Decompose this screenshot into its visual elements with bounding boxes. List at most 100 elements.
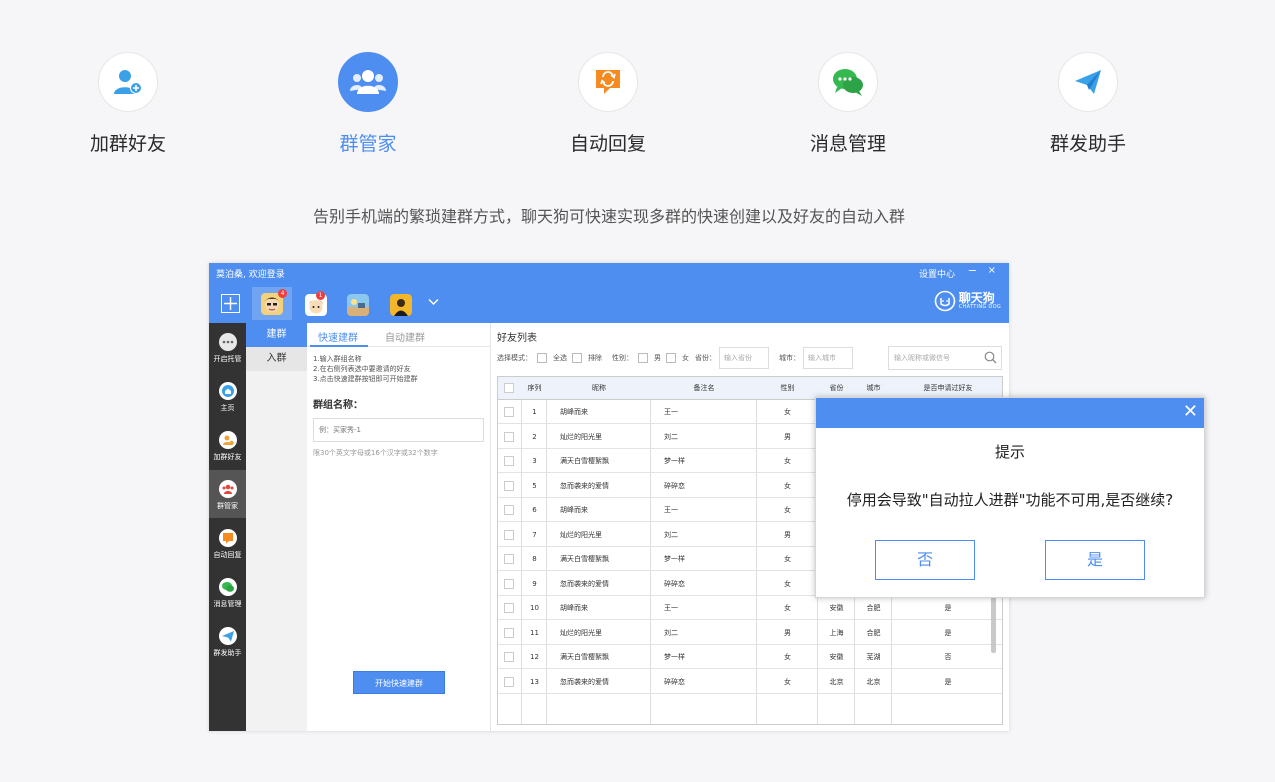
- sidebar-item-group-manager[interactable]: 群管家: [209, 470, 246, 518]
- province-input[interactable]: 输入省份: [719, 347, 769, 369]
- sidebar-item-label: 消息管理: [213, 600, 242, 608]
- row-checkbox[interactable]: [504, 578, 514, 589]
- sidebar-item-mass-send[interactable]: 群发助手: [209, 617, 246, 665]
- account-tab-3[interactable]: [343, 290, 373, 320]
- search-input[interactable]: 输入昵称或微信号: [888, 346, 1002, 370]
- step-2: 2.在右侧列表选中要邀请的好友: [313, 365, 411, 373]
- logo-text: 聊天狗: [958, 291, 995, 305]
- table-row[interactable]: 13 忽而袭来的爱情 碎碎恋 女 北京 北京 是: [498, 670, 1002, 694]
- sidebar-item-add-friend[interactable]: 加群好友: [209, 421, 246, 469]
- no-button[interactable]: 否: [875, 540, 975, 580]
- tab-auto-create[interactable]: 自动建群: [385, 329, 425, 344]
- account-tab-2[interactable]: 1: [301, 290, 331, 320]
- submenu-build-group[interactable]: 建群: [246, 323, 307, 347]
- table-row[interactable]: 11 灿烂的阳光里 刘二 男 上海 合肥 是: [498, 621, 1002, 645]
- add-account-button[interactable]: [221, 294, 240, 313]
- city-input[interactable]: 输入城市: [803, 347, 853, 369]
- mode-label: 选择模式：: [497, 354, 532, 362]
- cell-remark: 梦一样: [664, 653, 685, 661]
- paper-plane-icon: [218, 627, 237, 645]
- search-icon[interactable]: [984, 351, 997, 364]
- select-all-checkbox[interactable]: [537, 353, 547, 363]
- home-icon: [218, 382, 237, 400]
- sidebar-item-home[interactable]: 主页: [209, 372, 246, 420]
- row-checkbox[interactable]: [504, 529, 514, 540]
- select-all-label: 全选: [553, 354, 567, 362]
- sub-menu: 建群 入群: [246, 323, 307, 731]
- cell-nick: 满天白雪樱絮飘: [560, 555, 609, 563]
- window-header: 莫泊桑, 欢迎登录 设置中心 − × 4 1 聊天狗 CHATTING DOG: [209, 263, 1009, 323]
- exclude-checkbox[interactable]: [572, 353, 582, 363]
- cell-seq: 1: [532, 408, 537, 416]
- add-friend-icon: [218, 431, 237, 449]
- row-checkbox[interactable]: [504, 505, 514, 515]
- cell-gender: 男: [784, 530, 791, 539]
- city-label: 城市：: [779, 354, 800, 362]
- cell-province: 安徽: [829, 653, 844, 661]
- table-row[interactable]: 10 胡峰而来 王一 女 安徽 合肥 是: [498, 596, 1002, 620]
- cell-gender: 男: [784, 628, 791, 637]
- group-name-input[interactable]: [313, 418, 484, 442]
- sidebar-item-auto-reply[interactable]: 自动回复: [209, 519, 246, 567]
- cell-nick: 满天白雪樱絮飘: [560, 457, 609, 465]
- female-label: 女: [682, 354, 689, 362]
- filter-bar: 选择模式： 全选 排除 性别： 男 女 省份： 输入省份 城市： 输入城市: [497, 347, 853, 369]
- cell-seq: 6: [532, 506, 537, 514]
- cell-seq: 7: [532, 530, 537, 539]
- create-group-panel: 快速建群 自动建群 1.输入群组名称 2.在右侧列表选中要邀请的好友 3.点击快…: [307, 323, 491, 731]
- sidebar-item-message[interactable]: 消息管理: [209, 568, 246, 616]
- group-name-hint: 限30个英文字母或16个汉字或32个数字: [313, 449, 438, 457]
- row-checkbox[interactable]: [504, 456, 514, 466]
- submenu-join-group[interactable]: 入群: [246, 347, 307, 371]
- logo-subtext: CHATTING DOG: [958, 304, 1001, 310]
- row-checkbox[interactable]: [504, 554, 514, 564]
- row-checkbox[interactable]: [504, 652, 514, 662]
- account-tab-1[interactable]: 4: [252, 287, 292, 320]
- unread-badge: 1: [316, 291, 325, 300]
- account-tab-4[interactable]: [386, 290, 416, 320]
- tab-fast-create[interactable]: 快速建群: [318, 329, 358, 344]
- row-checkbox[interactable]: [504, 431, 514, 442]
- male-checkbox[interactable]: [638, 353, 648, 363]
- cell-gender: 女: [784, 604, 791, 612]
- avatar: [347, 294, 369, 316]
- dialog-close-icon[interactable]: ✕: [1183, 401, 1198, 423]
- confirm-dialog: ✕ 提示 停用会导致"自动拉人进群"功能不可用,是否继续? 否 是: [815, 397, 1205, 598]
- row-checkbox[interactable]: [504, 407, 514, 417]
- feature-label: 加群好友: [89, 133, 166, 155]
- window-close-button[interactable]: ×: [988, 265, 996, 276]
- feature-message-manage[interactable]: 消息管理: [768, 52, 928, 156]
- paper-plane-icon: [1058, 52, 1118, 112]
- sidebar-item-label: 主页: [220, 404, 235, 412]
- ellipsis-icon: [218, 333, 237, 351]
- feature-label: 自动回复: [569, 133, 646, 155]
- sidebar-item-label: 群管家: [217, 502, 238, 510]
- feature-mass-send[interactable]: 群发助手: [1008, 52, 1168, 156]
- row-checkbox[interactable]: [504, 676, 514, 687]
- table-row[interactable]: 12 满天白雪樱絮飘 梦一样 女 安徽 芜湖 否: [498, 645, 1002, 669]
- cell-seq: 5: [532, 481, 537, 490]
- cell-remark: 梦一样: [664, 457, 685, 465]
- app-logo: 聊天狗 CHATTING DOG: [934, 290, 1001, 312]
- chevron-down-icon[interactable]: [428, 298, 439, 306]
- step-3: 3.点击快速建群按钮即可开始建群: [313, 375, 418, 383]
- cell-seq: 13: [530, 677, 539, 686]
- row-checkbox[interactable]: [504, 603, 514, 613]
- cell-gender: 女: [784, 677, 791, 686]
- cell-nick: 忽而袭来的爱情: [560, 579, 609, 588]
- dialog-header: ✕: [816, 398, 1204, 428]
- row-checkbox[interactable]: [504, 627, 514, 638]
- unread-badge: 4: [278, 289, 287, 298]
- minimize-button[interactable]: −: [968, 264, 977, 277]
- settings-link[interactable]: 设置中心: [919, 267, 955, 280]
- sidebar-item-hosting[interactable]: 开启托管: [209, 323, 246, 371]
- header-checkbox[interactable]: [504, 383, 514, 393]
- female-checkbox[interactable]: [666, 353, 676, 363]
- feature-add-friend[interactable]: 加群好友: [48, 52, 208, 156]
- row-checkbox[interactable]: [504, 480, 514, 491]
- feature-group-manager[interactable]: 群管家: [288, 52, 448, 156]
- friend-list-title: 好友列表: [497, 333, 537, 344]
- start-fast-create-button[interactable]: 开始快速建群: [353, 671, 445, 694]
- yes-button[interactable]: 是: [1045, 540, 1145, 580]
- feature-auto-reply[interactable]: 自动回复: [528, 52, 688, 156]
